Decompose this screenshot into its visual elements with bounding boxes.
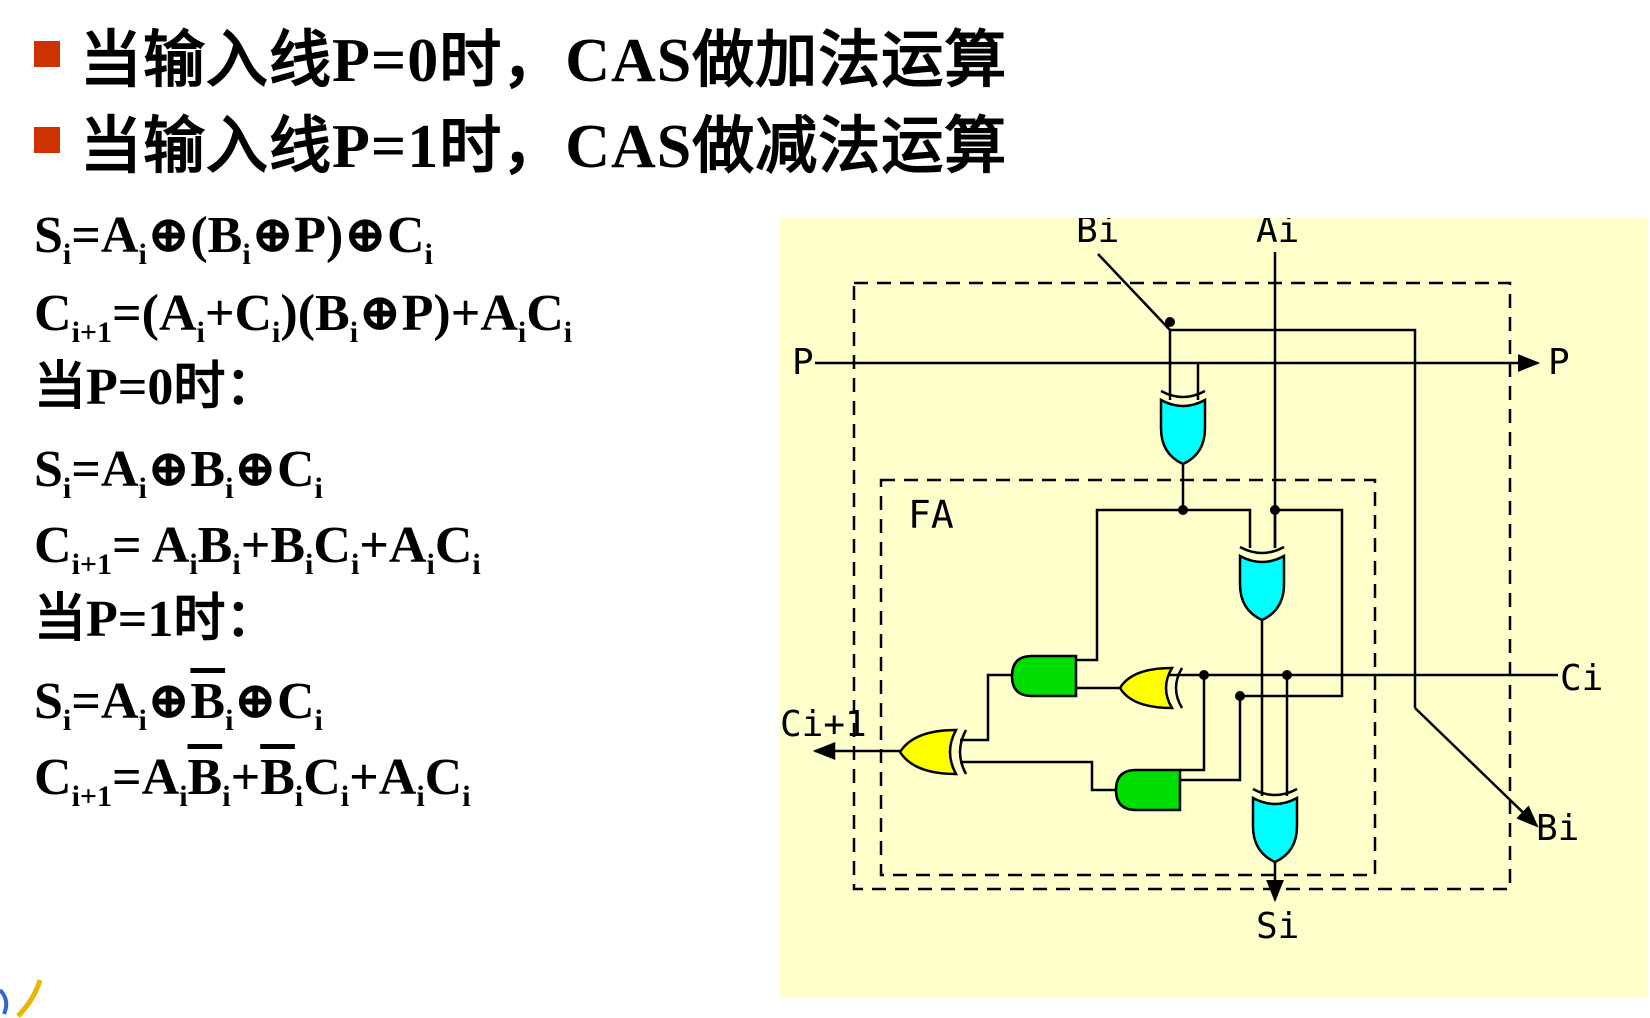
bullet-sub: 当输入线P=1时，CAS做减法运算: [34, 100, 1007, 181]
formula-sum-p0: Si=Ai⊕Bi⊕Ci: [34, 441, 323, 504]
formula-sum-general: Si=Ai⊕(Bi⊕P)⊕Ci: [34, 207, 433, 270]
formula-text: ⊕C: [233, 673, 315, 730]
label-fa: FA: [908, 493, 954, 537]
formula-text: ⊕P)+A: [358, 285, 518, 342]
circuit-background: [780, 218, 1648, 998]
formula-text: +A: [349, 749, 417, 806]
formula-sub: i: [62, 472, 72, 505]
label-p-in: P: [792, 342, 814, 383]
label-p-out: P: [1548, 342, 1570, 383]
heading-p0: 当P=0时：: [34, 359, 278, 416]
junction-dot: [1199, 670, 1209, 680]
formula-sub: i: [242, 238, 251, 271]
bullet-text-sub: 当输入线P=1时，CAS做减法运算: [80, 113, 1008, 181]
formula-text: B: [197, 517, 233, 574]
logo-icon: [0, 979, 43, 1018]
formula-text: =A: [71, 441, 139, 498]
formula-sub: i: [138, 704, 147, 737]
formula-sub: i: [517, 316, 527, 349]
formula-sub: i: [138, 238, 147, 271]
formula-sub: i: [179, 780, 188, 813]
bullet-text-add: 当输入线P=0时，CAS做加法运算: [80, 27, 1008, 95]
junction-dot: [1235, 691, 1245, 701]
formula-text: ⊕P)⊕C: [250, 207, 425, 264]
formula-text: =A: [71, 673, 139, 730]
formula-sub: i: [314, 704, 323, 737]
formula-text: =A: [71, 207, 139, 264]
formula-sub: i: [189, 548, 198, 581]
formula-text: C: [526, 285, 564, 342]
formula-sub: i: [62, 704, 72, 737]
formula-text: C: [434, 517, 473, 574]
junction-dot: [1282, 670, 1292, 680]
bullet-add: 当输入线P=0时，CAS做加法运算: [34, 14, 1007, 95]
formula-sub: i: [294, 780, 304, 813]
formula-text: C: [34, 749, 72, 806]
formula-text-overline: B: [260, 749, 295, 806]
formula-text-overline: B: [190, 673, 226, 730]
and-gate-1: [1010, 654, 1078, 698]
formula-text: C: [313, 517, 351, 574]
formula-sub: i+1: [71, 316, 112, 349]
label-ci-in: Ci: [1560, 658, 1603, 699]
label-bi-in: Bi: [1076, 218, 1119, 251]
formula-text: +: [230, 749, 261, 806]
cas-circuit-diagram: Bi Ai P P FA Ci Ci+1 Bi Si: [780, 218, 1648, 998]
formula-text: C: [303, 749, 341, 806]
formula-sub: i: [462, 780, 471, 813]
formula-text: ⊕B: [146, 441, 226, 498]
label-bi-out: Bi: [1536, 808, 1579, 849]
formula-carry-general: Ci+1=(Ai+Ci)(Bi⊕P)+AiCi: [34, 285, 572, 348]
junction-dot: [1178, 505, 1188, 515]
bullet-icon: [34, 41, 60, 67]
formula-sub: i+1: [71, 780, 112, 813]
formula-sub: i: [340, 780, 350, 813]
formula-text: C: [34, 285, 72, 342]
formula-text: ⊕(B: [146, 207, 243, 264]
formula-text: = A: [112, 517, 190, 574]
formula-sub: i: [222, 780, 231, 813]
formula-text: S: [34, 441, 63, 498]
and-gate-2: [1114, 768, 1182, 812]
label-ci1-out: Ci+1: [780, 704, 867, 745]
bullet-icon: [34, 127, 60, 153]
formula-text: +C: [204, 285, 273, 342]
formula-sub: i: [314, 472, 323, 505]
junction-dot: [1165, 317, 1175, 327]
formula-sub: i: [426, 548, 435, 581]
formula-text: =A: [112, 749, 180, 806]
formula-text: )(B: [280, 285, 350, 342]
heading-p1: 当P=1时：: [34, 591, 278, 648]
formula-text: C: [424, 749, 463, 806]
formula-sub: i: [424, 238, 433, 271]
formula-sub: i: [196, 316, 205, 349]
formula-sub: i: [472, 548, 481, 581]
formula-sub: i: [349, 316, 359, 349]
formula-sub: i: [416, 780, 425, 813]
formula-sub: i: [563, 316, 573, 349]
formula-carry-p0: Ci+1= AiBi+BiCi+AiCi: [34, 517, 481, 580]
label-ai-in: Ai: [1256, 218, 1299, 251]
formula-sub: i: [62, 238, 72, 271]
formula-sum-p1: Si=Ai⊕Bi⊕Ci: [34, 673, 323, 736]
formula-text: +A: [359, 517, 427, 574]
formula-text: S: [34, 207, 63, 264]
formula-sub: i: [138, 472, 147, 505]
formula-text: C: [34, 517, 72, 574]
formula-sub: i+1: [71, 548, 112, 581]
formula-text: ⊕: [146, 673, 191, 730]
junction-dot: [1270, 505, 1280, 515]
label-si-out: Si: [1256, 906, 1299, 947]
formula-carry-p1: Ci+1=AiBi+BiCi+AiCi: [34, 749, 471, 812]
formula-text: S: [34, 673, 63, 730]
formula-text: +B: [240, 517, 306, 574]
formula-text: ⊕C: [233, 441, 315, 498]
formula-sub: i: [232, 548, 241, 581]
formula-text-overline: B: [187, 749, 223, 806]
formula-text: =(A: [112, 285, 197, 342]
